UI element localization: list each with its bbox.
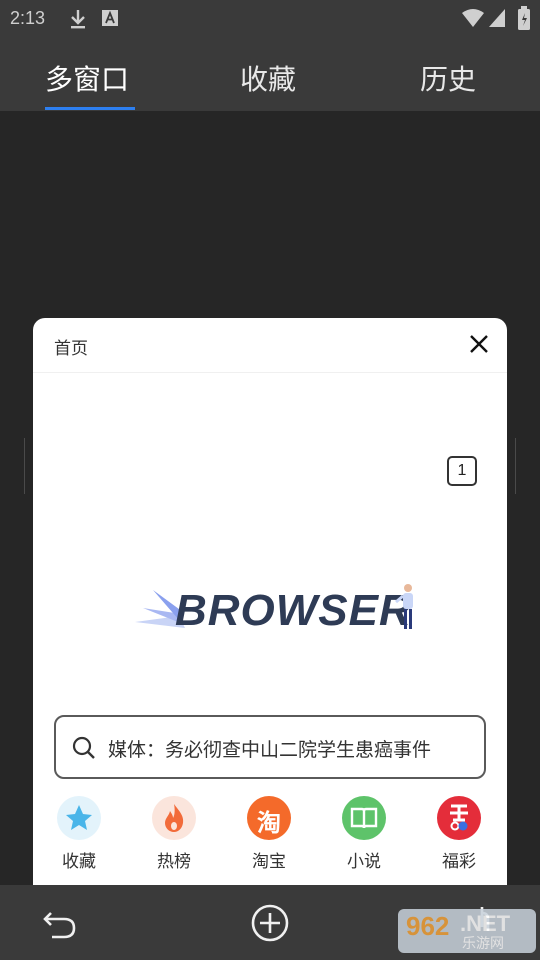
wifi-icon <box>462 9 484 27</box>
book-icon <box>342 796 386 840</box>
person-icon <box>395 584 413 629</box>
active-tab-indicator <box>45 107 135 110</box>
tab-count-button[interactable]: 1 <box>447 456 477 486</box>
shortcut-label: 热榜 <box>157 852 191 872</box>
divider <box>33 372 507 373</box>
star-icon <box>57 796 101 840</box>
shortcut-taobao[interactable]: 淘 淘宝 <box>234 796 304 872</box>
search-hot-text: 媒体：务必彻查中山二院学生患癌事件 <box>108 739 432 761</box>
divider <box>515 438 516 494</box>
bottom-toolbar: 962 .NET 乐游网 <box>0 885 540 960</box>
taobao-icon: 淘 <box>247 796 291 840</box>
watermark-number: 962 <box>406 911 450 941</box>
tab-favorites[interactable]: 收藏 <box>240 58 296 98</box>
shortcut-hot-list[interactable]: 热榜 <box>139 796 209 872</box>
shortcut-novel[interactable]: 小说 <box>329 796 399 872</box>
window-title: 首页 <box>54 339 88 359</box>
add-window-icon[interactable] <box>250 903 290 943</box>
shortcut-lottery[interactable]: 福彩 <box>424 796 494 872</box>
tab-multi-window[interactable]: 多窗口 <box>45 58 129 98</box>
divider <box>24 438 25 494</box>
shortcut-label: 小说 <box>347 852 381 872</box>
search-icon <box>72 736 95 759</box>
shortcut-label: 淘宝 <box>252 852 286 872</box>
close-icon[interactable] <box>467 332 491 356</box>
lottery-icon <box>437 796 481 840</box>
search-bar[interactable]: 媒体：务必彻查中山二院学生患癌事件 <box>54 715 486 779</box>
window-card[interactable]: 首页 1 BROWSER 媒体：务必彻查中山二院学生患癌事件 收藏 热榜 淘 淘… <box>33 318 507 918</box>
shortcut-label: 福彩 <box>442 852 476 872</box>
taobao-glyph: 淘 <box>257 809 281 837</box>
shortcut-grid: 收藏 热榜 淘 淘宝 小说 福彩 <box>33 796 507 876</box>
status-time: 2:13 <box>10 8 46 28</box>
tab-history[interactable]: 历史 <box>420 58 476 98</box>
watermark-site: 乐游网 <box>462 936 504 952</box>
top-tabs: 多窗口 收藏 历史 <box>0 38 540 111</box>
a-icon <box>102 10 118 26</box>
signal-icon <box>489 9 505 27</box>
watermark-logo: 962 .NET 乐游网 <box>398 909 536 953</box>
battery-icon <box>518 6 530 30</box>
browser-logo: BROWSER <box>133 580 423 640</box>
download-icon <box>71 10 85 29</box>
shortcut-favorites[interactable]: 收藏 <box>44 796 114 872</box>
shortcut-label: 收藏 <box>62 852 96 872</box>
logo-text: BROWSER <box>175 586 412 635</box>
flame-icon <box>152 796 196 840</box>
status-bar: 2:13 <box>0 0 540 38</box>
back-icon[interactable] <box>42 905 78 941</box>
